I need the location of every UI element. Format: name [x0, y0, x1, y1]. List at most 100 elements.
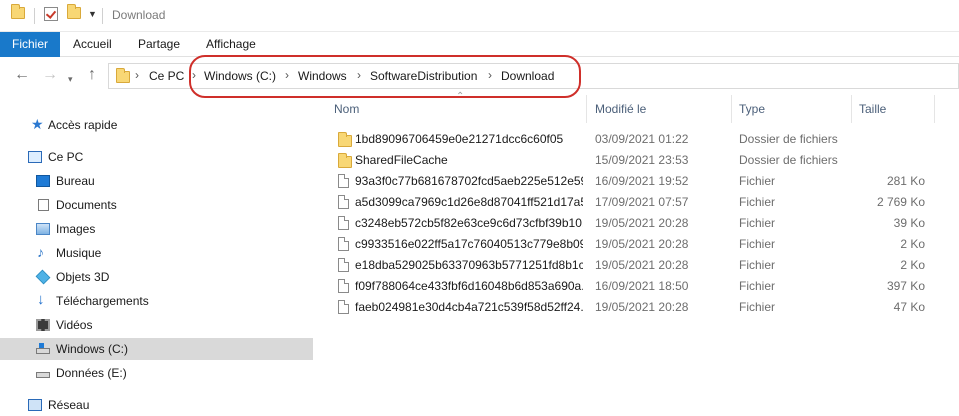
breadcrumb-windows[interactable]: Windows — [298, 69, 347, 83]
file-size: 397 Ko — [886, 279, 925, 293]
nav-item-images[interactable]: Images — [0, 218, 313, 240]
file-icon — [338, 216, 349, 233]
column-header-modifie-le[interactable]: Modifié le — [595, 95, 646, 123]
table-row[interactable]: a5d3099ca7969c1d26e8d87041ff521d17a5... … — [313, 191, 959, 212]
tab-partage[interactable]: Partage — [138, 32, 180, 57]
nav-item-windows-c[interactable]: Windows (C:) — [0, 338, 313, 360]
column-divider[interactable] — [851, 95, 852, 123]
nav-item-label: Windows (C:) — [56, 342, 129, 356]
file-name: c3248eb572cb5f82e63ce9c6d73cfbf39b10... — [355, 216, 583, 230]
up-arrow-icon[interactable]: ↑ — [88, 65, 96, 85]
table-row[interactable]: f09f788064ce433fbf6d16048b6d853a690a... … — [313, 275, 959, 296]
table-row[interactable]: 1bd89096706459e0e21271dcc6c60f05 03/09/2… — [313, 128, 959, 149]
nav-item-label: Documents — [56, 198, 117, 212]
nav-item-reseau[interactable]: Réseau — [0, 394, 313, 416]
column-header-nom[interactable]: Nom — [334, 95, 359, 123]
chevron-right-icon[interactable]: › — [192, 68, 196, 82]
breadcrumb-ce-pc[interactable]: Ce PC — [149, 69, 184, 83]
chevron-right-icon[interactable]: › — [488, 68, 492, 82]
file-date: 19/05/2021 20:28 — [595, 237, 689, 251]
chevron-right-icon[interactable]: › — [135, 68, 139, 82]
folder-icon — [338, 132, 352, 147]
file-icon — [338, 258, 349, 275]
table-row[interactable]: SharedFileCache 15/09/2021 23:53 Dossier… — [313, 149, 959, 170]
file-date: 19/05/2021 20:28 — [595, 216, 689, 230]
file-icon — [338, 300, 349, 317]
ribbon-tabs: Fichier Accueil Partage Affichage — [0, 32, 959, 57]
file-name: 1bd89096706459e0e21271dcc6c60f05 — [355, 132, 564, 146]
table-row[interactable]: c9933516e022ff5a17c76040513c779e8b09... … — [313, 233, 959, 254]
new-folder-icon[interactable] — [67, 4, 81, 22]
file-name: f09f788064ce433fbf6d16048b6d853a690a... — [355, 279, 583, 293]
nav-item-acces-rapide[interactable]: ★ Accès rapide — [0, 114, 313, 136]
nav-item-label: Accès rapide — [48, 118, 118, 132]
file-date: 16/09/2021 18:50 — [595, 279, 689, 293]
tab-affichage[interactable]: Affichage — [206, 32, 256, 57]
column-header-taille[interactable]: Taille — [859, 95, 886, 123]
file-name: SharedFileCache — [355, 153, 448, 167]
folder-icon — [116, 68, 130, 86]
properties-icon[interactable] — [44, 7, 58, 24]
tab-accueil[interactable]: Accueil — [73, 32, 112, 57]
nav-item-objets-3d[interactable]: Objets 3D — [0, 266, 313, 288]
nav-item-label: Vidéos — [56, 318, 93, 332]
table-row[interactable]: faeb024981e30d4cb4a721c539f58d52ff24... … — [313, 296, 959, 317]
customize-quick-access-icon[interactable]: ▼ — [88, 9, 97, 19]
column-divider[interactable] — [586, 95, 587, 123]
table-row[interactable]: c3248eb572cb5f82e63ce9c6d73cfbf39b10... … — [313, 212, 959, 233]
nav-item-musique[interactable]: ♪ Musique — [0, 242, 313, 264]
file-type: Fichier — [739, 216, 776, 230]
divider — [34, 8, 35, 24]
nav-item-label: Données (E:) — [56, 366, 127, 380]
recent-locations-chevron-icon[interactable]: ▾ — [68, 69, 73, 89]
file-icon — [338, 174, 349, 191]
file-name: faeb024981e30d4cb4a721c539f58d52ff24... — [355, 300, 583, 314]
nav-item-donnees-e[interactable]: Données (E:) — [0, 362, 313, 384]
file-name: e18dba529025b63370963b5771251fd8b1c... — [355, 258, 583, 272]
network-icon — [28, 399, 42, 411]
nav-item-bureau[interactable]: Bureau — [0, 170, 313, 192]
star-icon: ★ — [31, 116, 44, 132]
column-divider[interactable] — [731, 95, 732, 123]
nav-item-label: Réseau — [48, 398, 90, 412]
folder-icon — [11, 4, 25, 22]
file-type: Fichier — [739, 237, 776, 251]
table-row[interactable]: e18dba529025b63370963b5771251fd8b1c... 1… — [313, 254, 959, 275]
breadcrumb-download[interactable]: Download — [501, 69, 554, 83]
file-size: 39 Ko — [893, 216, 925, 230]
music-icon: ♪ — [37, 244, 44, 260]
file-icon — [338, 237, 349, 254]
forward-arrow-icon[interactable]: → — [42, 65, 58, 85]
breadcrumb-windows-c[interactable]: Windows (C:) — [204, 69, 276, 83]
3d-objects-icon — [35, 269, 51, 285]
column-header-type[interactable]: Type — [739, 95, 765, 123]
file-type: Fichier — [739, 300, 776, 314]
file-size: 2 769 Ko — [876, 195, 925, 209]
back-arrow-icon[interactable]: ← — [14, 65, 30, 85]
file-date: 19/05/2021 20:28 — [595, 300, 689, 314]
chevron-right-icon[interactable]: › — [357, 68, 361, 82]
chevron-right-icon[interactable]: › — [285, 68, 289, 82]
file-date: 15/09/2021 23:53 — [595, 153, 689, 167]
file-list: ⌃ Nom Modifié le Type Taille 1bd89096706… — [313, 91, 959, 416]
divider — [102, 8, 103, 24]
column-divider[interactable] — [934, 95, 935, 123]
file-type: Fichier — [739, 258, 776, 272]
file-type: Fichier — [739, 174, 776, 188]
tab-fichier[interactable]: Fichier — [0, 32, 60, 57]
breadcrumb-softwaredistribution[interactable]: SoftwareDistribution — [370, 69, 477, 83]
title-bar: ▼ Download — [0, 0, 959, 32]
desktop-icon — [36, 175, 50, 187]
file-date: 16/09/2021 19:52 — [595, 174, 689, 188]
table-row[interactable]: 93a3f0c77b681678702fcd5aeb225e512e59... … — [313, 170, 959, 191]
navigation-pane: ★ Accès rapide Ce PC Bureau Documents Im… — [0, 95, 313, 416]
nav-item-documents[interactable]: Documents — [0, 194, 313, 216]
nav-item-label: Téléchargements — [56, 294, 149, 308]
address-bar[interactable]: › Ce PC › Windows (C:) › Windows › Softw… — [108, 63, 959, 89]
file-icon — [338, 279, 349, 296]
nav-item-telechargements[interactable]: ↓ Téléchargements — [0, 290, 313, 312]
drive-icon — [36, 343, 50, 354]
nav-item-videos[interactable]: Vidéos — [0, 314, 313, 336]
file-icon — [338, 195, 349, 212]
nav-item-ce-pc[interactable]: Ce PC — [0, 146, 313, 168]
